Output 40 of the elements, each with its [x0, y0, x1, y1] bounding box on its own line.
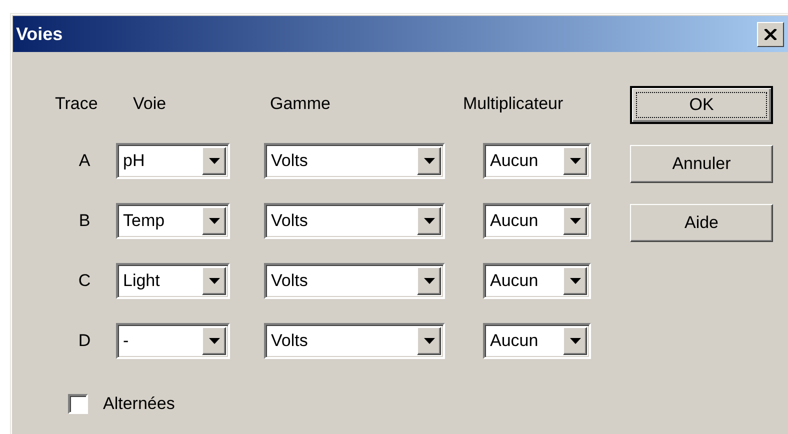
caret-icon: [570, 218, 580, 224]
dropdown[interactable]: Temp: [116, 203, 230, 239]
dialog-button[interactable]: OK: [630, 86, 773, 124]
checkbox-label[interactable]: Alternées: [103, 394, 175, 414]
trace-label: B: [78, 211, 90, 231]
caret-icon: [208, 218, 220, 224]
column-header: Gamme: [269, 94, 332, 114]
close-button[interactable]: [757, 22, 784, 46]
caret-icon: [570, 278, 580, 284]
caret-icon: [424, 158, 434, 164]
caret-icon: [208, 338, 220, 344]
dropdown[interactable]: Volts: [264, 203, 445, 239]
window-title: Voies: [16, 24, 63, 44]
trace-label: D: [78, 331, 91, 351]
caret-icon: [208, 158, 220, 164]
caret-icon: [424, 278, 434, 284]
dialog-button[interactable]: Aide: [630, 204, 773, 242]
caret-icon: [208, 278, 220, 284]
caret-icon: [570, 338, 580, 344]
dropdown[interactable]: Light: [116, 263, 230, 299]
dropdown[interactable]: Aucun: [483, 323, 591, 359]
close-icon: [764, 28, 777, 40]
dropdown[interactable]: Volts: [264, 143, 445, 179]
trace-label: C: [78, 271, 91, 291]
checkbox[interactable]: [68, 394, 88, 414]
dropdown[interactable]: -: [116, 323, 230, 359]
column-header: Voie: [132, 94, 168, 114]
caret-icon: [424, 338, 434, 344]
dropdown[interactable]: Volts: [264, 323, 445, 359]
dropdown[interactable]: Volts: [264, 263, 445, 299]
caret-icon: [424, 218, 434, 224]
dropdown[interactable]: Aucun: [483, 263, 591, 299]
dialog-button[interactable]: Annuler: [630, 145, 773, 183]
column-header: Trace: [55, 94, 99, 114]
dropdown[interactable]: Aucun: [483, 203, 591, 239]
column-header: Multiplicateur: [462, 94, 564, 114]
dropdown[interactable]: pH: [116, 143, 230, 179]
caret-icon: [570, 158, 580, 164]
dropdown[interactable]: Aucun: [483, 143, 591, 179]
trace-label: A: [78, 151, 90, 171]
